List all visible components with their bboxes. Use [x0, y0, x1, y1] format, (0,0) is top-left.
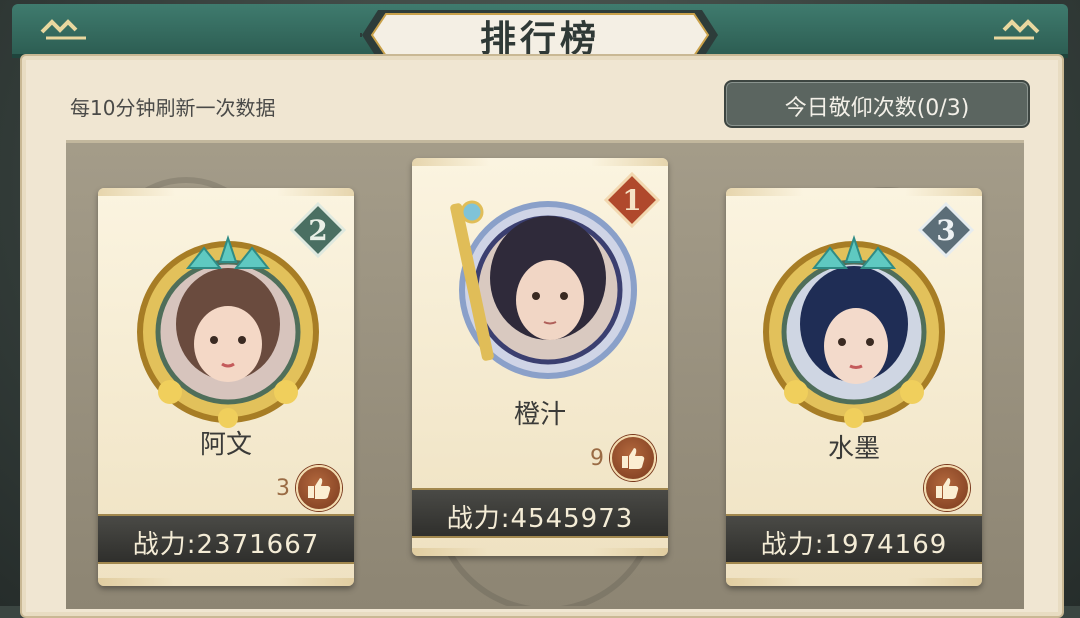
- player-name: 橙汁: [513, 400, 566, 430]
- thumbs-up-icon: [308, 478, 331, 499]
- refresh-note: 每10分钟刷新一次数据: [70, 96, 276, 120]
- cloud-ornament-icon: [994, 19, 1040, 40]
- rank-1-card[interactable]: 1 橙汁 9 战力:4545973: [412, 158, 668, 556]
- worship-count-badge: 今日敬仰次数(0/3): [724, 80, 1030, 128]
- rank-2-card[interactable]: 2 阿文 3 战力:2371667: [98, 188, 354, 586]
- combat-power: 战力:1974169: [760, 530, 948, 560]
- like-button[interactable]: [924, 465, 970, 511]
- thumbs-up-icon: [622, 448, 645, 469]
- player-name: 阿文: [199, 430, 252, 460]
- like-button[interactable]: [296, 465, 342, 511]
- like-count: 9: [590, 445, 604, 471]
- like-row: 9: [590, 435, 656, 481]
- like-button[interactable]: [610, 435, 656, 481]
- card-trim: [412, 548, 668, 556]
- card-trim: [726, 188, 982, 196]
- card-trim: [98, 188, 354, 196]
- worship-count-label: 今日敬仰次数(0/3): [784, 96, 970, 121]
- card-trim: [726, 578, 982, 586]
- power-bar: 战力:1974169: [726, 514, 982, 564]
- like-row: [918, 465, 970, 511]
- rank-3-card[interactable]: 3 水墨 战力:1974169: [726, 188, 982, 586]
- combat-power: 战力:4545973: [446, 504, 634, 534]
- power-bar: 战力:2371667: [98, 514, 354, 564]
- thumbs-up-icon: [936, 478, 959, 499]
- combat-power: 战力:2371667: [132, 530, 320, 560]
- card-trim: [98, 578, 354, 586]
- cloud-ornament-icon: [40, 19, 86, 40]
- like-row: 3: [276, 465, 342, 511]
- avatar-brown-haired-girl-icon: [137, 234, 319, 428]
- card-trim: [412, 158, 668, 166]
- player-name: 水墨: [827, 434, 880, 464]
- like-count: 3: [276, 475, 290, 501]
- avatar-purple-robed-swordsman-icon: [450, 200, 637, 379]
- avatar-blue-haired-woman-icon: [763, 234, 945, 428]
- power-bar: 战力:4545973: [412, 488, 668, 538]
